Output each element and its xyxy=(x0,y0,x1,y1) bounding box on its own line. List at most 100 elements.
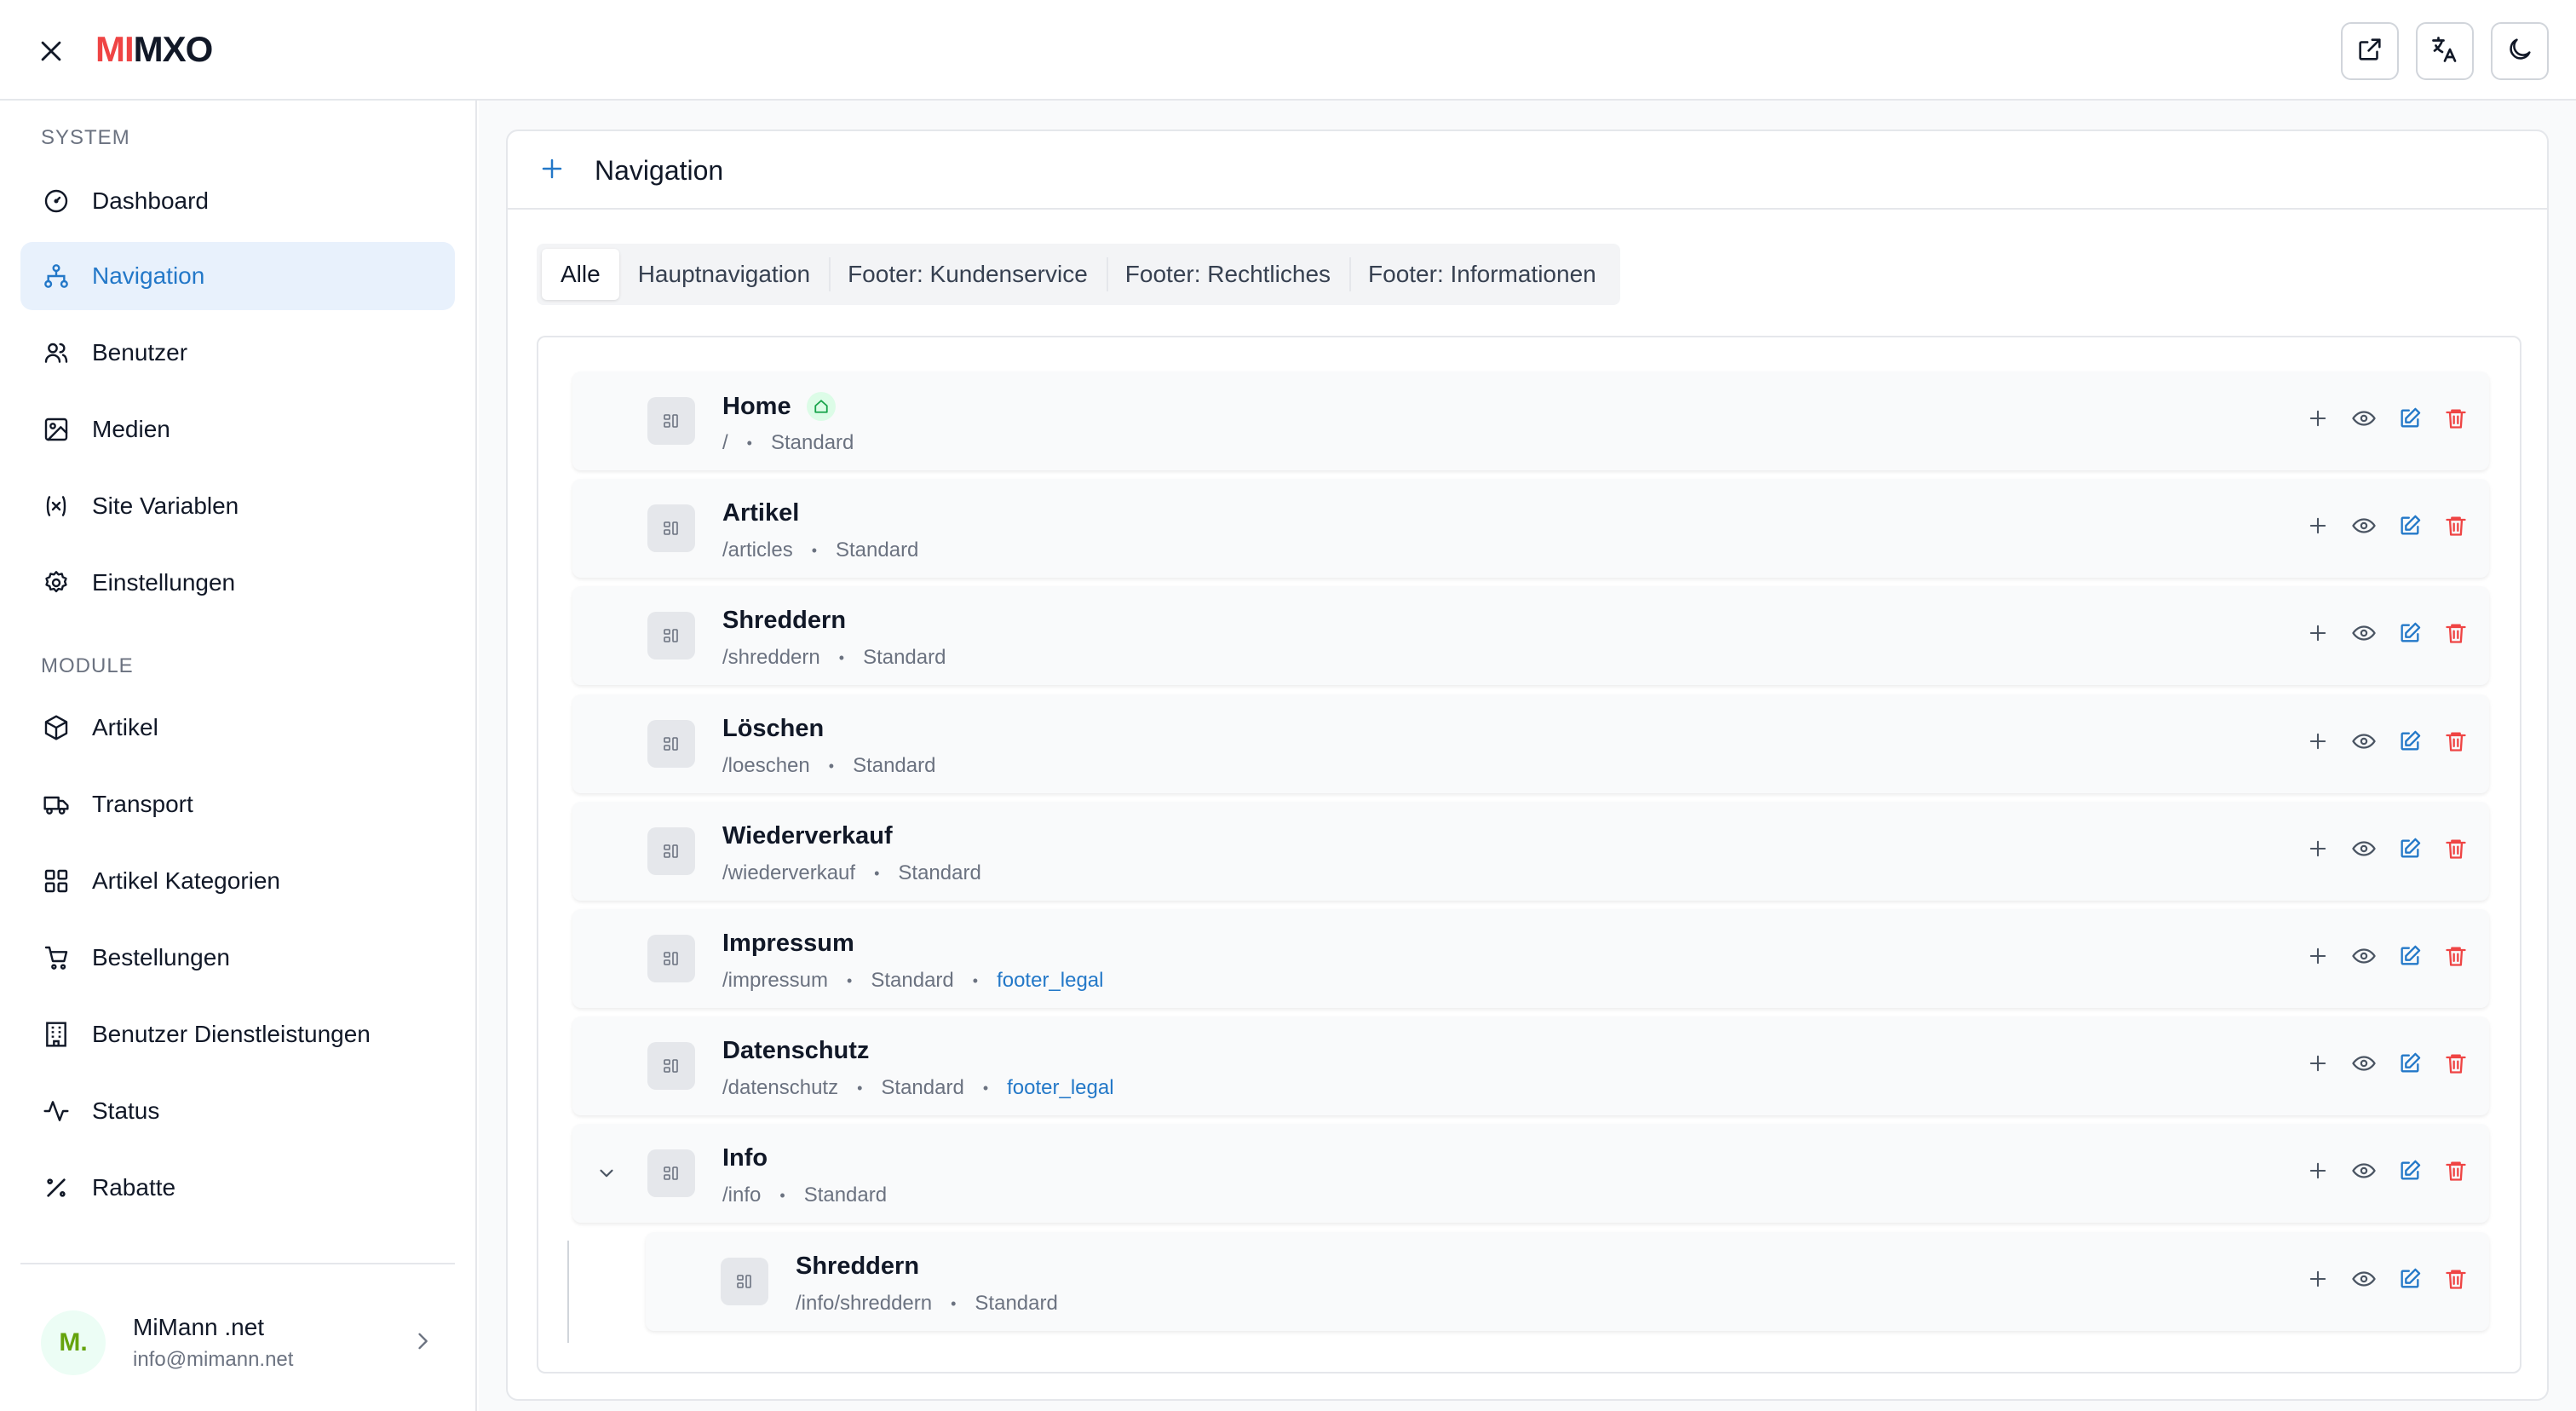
tab-footer-informationen[interactable]: Footer: Informationen xyxy=(1349,249,1615,300)
preview-button[interactable] xyxy=(2349,943,2378,972)
delete-button[interactable] xyxy=(2441,620,2470,649)
sidebar-item-transport[interactable]: Transport xyxy=(20,770,455,838)
edit-button[interactable] xyxy=(2395,1158,2424,1187)
sidebar-item-status[interactable]: Status xyxy=(20,1077,455,1145)
nav-child-row[interactable]: Shreddern/info/shreddern • Standard xyxy=(646,1232,2489,1331)
preview-button[interactable] xyxy=(2349,836,2378,865)
user-menu[interactable]: M. MiMann .net info@mimann.net xyxy=(20,1293,455,1396)
sidebar-item-benutzer[interactable]: Benutzer xyxy=(20,319,455,387)
tab-hauptnavigation[interactable]: Hauptnavigation xyxy=(619,249,829,300)
nav-row[interactable]: Impressum/impressum • Standard • footer_lega… xyxy=(572,909,2489,1008)
nav-item-title-wrap: Shreddern xyxy=(796,1253,919,1281)
cart-icon xyxy=(41,942,72,973)
preview-button[interactable] xyxy=(2349,406,2378,435)
chevron-down-icon[interactable] xyxy=(591,1158,622,1189)
add-child-button[interactable] xyxy=(2303,1266,2332,1295)
row-actions xyxy=(2303,1051,2470,1080)
delete-button[interactable] xyxy=(2441,1051,2470,1080)
nav-row[interactable]: Löschen/loeschen • Standard xyxy=(572,694,2489,793)
sidebar-item-artikel[interactable]: Artikel xyxy=(20,694,455,762)
drag-handle-icon[interactable] xyxy=(647,1042,695,1090)
nav-item-path: /datenschutz xyxy=(722,1076,839,1099)
delete-button[interactable] xyxy=(2441,943,2470,972)
trash-icon xyxy=(2444,837,2468,865)
drag-handle-icon[interactable] xyxy=(721,1258,768,1305)
delete-button[interactable] xyxy=(2441,729,2470,757)
sidebar-item-medien[interactable]: Medien xyxy=(20,395,455,464)
drag-handle-icon[interactable] xyxy=(647,827,695,875)
preview-button[interactable] xyxy=(2349,513,2378,542)
preview-button[interactable] xyxy=(2349,1051,2378,1080)
drag-handle-icon[interactable] xyxy=(647,935,695,982)
tab-footer-kundenservice[interactable]: Footer: Kundenservice xyxy=(829,249,1107,300)
eye-icon xyxy=(2351,513,2377,543)
sidebar-item-artikel-kategorien[interactable]: Artikel Kategorien xyxy=(20,847,455,915)
edit-button[interactable] xyxy=(2395,943,2424,972)
user-email: info@mimann.net xyxy=(133,1348,294,1371)
open-site-button[interactable] xyxy=(2341,22,2399,80)
drag-handle-icon[interactable] xyxy=(647,1149,695,1197)
preview-button[interactable] xyxy=(2349,620,2378,649)
sidebar-item-benutzer-dienstleistungen[interactable]: Benutzer Dienstleistungen xyxy=(20,1000,455,1068)
add-child-button[interactable] xyxy=(2303,513,2332,542)
delete-button[interactable] xyxy=(2441,406,2470,435)
add-child-button[interactable] xyxy=(2303,729,2332,757)
navigation-tree: Home / • Standard Artikel/articles • Standard S… xyxy=(537,336,2521,1374)
nav-row[interactable]: Wiederverkauf/wiederverkauf • Standard xyxy=(572,802,2489,901)
add-child-button[interactable] xyxy=(2303,1158,2332,1187)
edit-button[interactable] xyxy=(2395,620,2424,649)
add-child-button[interactable] xyxy=(2303,620,2332,649)
home-icon xyxy=(806,392,836,421)
sidebar-item-rabatte[interactable]: Rabatte xyxy=(20,1154,455,1222)
preview-button[interactable] xyxy=(2349,729,2378,757)
sidebar-divider xyxy=(20,1263,455,1264)
trash-icon xyxy=(2444,514,2468,542)
add-navigation-button[interactable] xyxy=(537,155,567,186)
add-child-button[interactable] xyxy=(2303,406,2332,435)
sidebar-item-navigation[interactable]: Navigation xyxy=(20,242,455,310)
nav-row[interactable]: Info/info • Standard xyxy=(572,1124,2489,1223)
sidebar-item-bestellungen[interactable]: Bestellungen xyxy=(20,924,455,992)
chevron-right-icon xyxy=(411,1329,434,1357)
trash-icon xyxy=(2444,1267,2468,1295)
close-icon[interactable] xyxy=(34,34,68,68)
sidebar-item-dashboard[interactable]: Dashboard xyxy=(20,167,455,235)
delete-button[interactable] xyxy=(2441,1266,2470,1295)
nav-row[interactable]: Shreddern/shreddern • Standard xyxy=(572,586,2489,685)
edit-button[interactable] xyxy=(2395,513,2424,542)
nav-row[interactable]: Artikel/articles • Standard xyxy=(572,479,2489,578)
edit-button[interactable] xyxy=(2395,729,2424,757)
sidebar-item-site-variablen[interactable]: Site Variablen xyxy=(20,472,455,540)
drag-handle-icon[interactable] xyxy=(647,612,695,659)
edit-icon xyxy=(2398,621,2422,649)
delete-button[interactable] xyxy=(2441,1158,2470,1187)
tab-footer-rechtliches[interactable]: Footer: Rechtliches xyxy=(1106,249,1349,300)
nav-item-tag: footer_legal xyxy=(997,969,1104,992)
delete-button[interactable] xyxy=(2441,836,2470,865)
edit-button[interactable] xyxy=(2395,1051,2424,1080)
delete-button[interactable] xyxy=(2441,513,2470,542)
add-child-button[interactable] xyxy=(2303,943,2332,972)
drag-handle-icon[interactable] xyxy=(647,504,695,552)
plus-icon xyxy=(2306,1051,2330,1080)
tab-alle[interactable]: Alle xyxy=(542,249,619,300)
app-logo[interactable]: MIMXO xyxy=(95,29,213,70)
sidebar-item-einstellungen[interactable]: Einstellungen xyxy=(20,549,455,617)
sidebar-item-label: Einstellungen xyxy=(92,569,236,596)
drag-handle-icon[interactable] xyxy=(647,720,695,768)
preview-button[interactable] xyxy=(2349,1266,2378,1295)
edit-button[interactable] xyxy=(2395,406,2424,435)
nav-item-meta: / • Standard xyxy=(722,431,854,455)
edit-button[interactable] xyxy=(2395,836,2424,865)
add-child-button[interactable] xyxy=(2303,836,2332,865)
add-child-button[interactable] xyxy=(2303,1051,2332,1080)
theme-toggle-button[interactable] xyxy=(2491,22,2549,80)
eye-icon xyxy=(2351,1266,2377,1296)
edit-button[interactable] xyxy=(2395,1266,2424,1295)
nav-item-title-wrap: Artikel xyxy=(722,499,799,527)
drag-handle-icon[interactable] xyxy=(647,397,695,445)
nav-row[interactable]: Datenschutz/datenschutz • Standard • footer_… xyxy=(572,1016,2489,1115)
language-button[interactable] xyxy=(2416,22,2474,80)
preview-button[interactable] xyxy=(2349,1158,2378,1187)
nav-row[interactable]: Home / • Standard xyxy=(572,371,2489,470)
